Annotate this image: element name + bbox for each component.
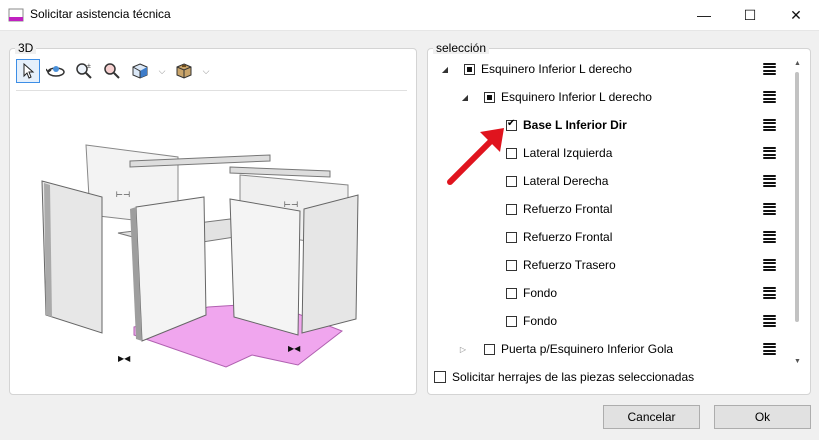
row-menu-icon[interactable] <box>763 147 776 159</box>
svg-text:⊢⊣: ⊢⊣ <box>116 190 130 199</box>
minimize-button[interactable]: — <box>681 0 727 30</box>
ok-button[interactable]: Ok <box>714 405 811 429</box>
close-button[interactable]: ✕ <box>773 0 819 30</box>
tree-item-esquinero-parent[interactable]: ◢ Esquinero Inferior L derecho <box>440 58 632 80</box>
tree-item-lateral-derecha[interactable]: Lateral Derecha <box>506 170 608 192</box>
checkbox[interactable] <box>484 343 495 355</box>
row-menu-icon[interactable] <box>763 231 776 243</box>
tree-item-label: Puerta p/Esquinero Inferior Gola <box>501 342 674 356</box>
row-menu-icon[interactable] <box>763 63 776 75</box>
viewer-toolbar: ± ⌵ ⌵ <box>16 58 212 84</box>
right-side-panel <box>301 194 359 334</box>
tree-item-label: Base L Inferior Dir <box>523 118 627 132</box>
close-icon: ✕ <box>790 6 802 23</box>
viewer-3d-label: 3D <box>15 42 37 54</box>
title-bar: Solicitar asistencia técnica — ☐ ✕ <box>0 0 819 31</box>
scroll-thumb[interactable] <box>795 72 799 322</box>
rotate-icon[interactable] <box>44 59 68 83</box>
tree-item-label: Refuerzo Frontal <box>523 230 613 244</box>
view-cube-icon[interactable] <box>128 59 152 83</box>
tree-item-puerta-gola[interactable]: ▷ Puerta p/Esquinero Inferior Gola <box>458 338 673 360</box>
expand-triangle-icon[interactable]: ▷ <box>458 345 468 354</box>
svg-text:±: ± <box>87 63 91 70</box>
zoom-fit-icon[interactable] <box>100 59 124 83</box>
scroll-up-icon[interactable]: ▲ <box>794 60 801 67</box>
row-menu-icon[interactable] <box>763 119 776 131</box>
tristate-checkbox[interactable] <box>464 63 475 75</box>
tree-item-lateral-izquierda[interactable]: Lateral Izquierda <box>506 142 612 164</box>
tree-item-label: Lateral Derecha <box>523 174 609 188</box>
hardware-request-label: Solicitar herrajes de las piezas selecci… <box>452 370 695 384</box>
tree-item-base-l[interactable]: Base L Inferior Dir <box>506 114 627 136</box>
maximize-button[interactable]: ☐ <box>727 0 773 30</box>
tree-item-fondo-2[interactable]: Fondo <box>506 310 557 332</box>
select-arrow-icon[interactable] <box>16 59 40 83</box>
maximize-icon: ☐ <box>743 6 757 23</box>
tree-item-fondo-1[interactable]: Fondo <box>506 282 557 304</box>
row-menu-icon[interactable] <box>763 91 776 103</box>
row-menu-icon[interactable] <box>763 259 776 271</box>
row-menu-icon[interactable] <box>763 203 776 215</box>
tree-item-refuerzo-frontal-1[interactable]: Refuerzo Frontal <box>506 198 612 220</box>
checkbox[interactable] <box>506 259 517 271</box>
tree-item-label: Esquinero Inferior L derecho <box>501 90 652 104</box>
box-dropdown-chevron-icon[interactable]: ⌵ <box>200 59 212 83</box>
minimize-icon: — <box>697 7 711 23</box>
view-dropdown-chevron-icon[interactable]: ⌵ <box>156 59 168 83</box>
hardware-request-option[interactable]: Solicitar herrajes de las piezas selecci… <box>434 366 694 388</box>
svg-text:▶◀: ▶◀ <box>118 354 131 363</box>
tree-item-label: Esquinero Inferior L derecho <box>481 62 632 76</box>
row-menu-icon[interactable] <box>763 287 776 299</box>
tree-scrollbar[interactable]: ▲ ▼ <box>793 60 801 368</box>
collapse-triangle-icon[interactable]: ◢ <box>440 65 450 74</box>
scroll-down-icon[interactable]: ▼ <box>794 358 801 365</box>
svg-text:▶◀: ▶◀ <box>288 344 301 353</box>
row-menu-icon[interactable] <box>763 175 776 187</box>
tree-item-label: Fondo <box>523 286 558 300</box>
row-menu-icon[interactable] <box>763 343 776 355</box>
hardware-request-checkbox[interactable] <box>434 371 446 383</box>
window-title: Solicitar asistencia técnica <box>30 7 171 21</box>
tree-item-refuerzo-frontal-2[interactable]: Refuerzo Frontal <box>506 226 612 248</box>
checkbox[interactable] <box>506 203 517 215</box>
tree-item-esquinero-child[interactable]: ◢ Esquinero Inferior L derecho <box>460 86 652 108</box>
app-icon <box>8 8 24 22</box>
zoom-plus-minus-icon[interactable]: ± <box>72 59 96 83</box>
selection-label: selección <box>433 42 490 54</box>
tristate-checkbox[interactable] <box>484 91 495 103</box>
front-left-door <box>135 196 207 342</box>
checkbox[interactable] <box>506 287 517 299</box>
tree-item-refuerzo-trasero[interactable]: Refuerzo Trasero <box>506 254 616 276</box>
box-icon[interactable] <box>172 59 196 83</box>
front-right-door <box>229 198 301 336</box>
tree-item-label: Lateral Izquierda <box>523 146 613 160</box>
tree-item-label: Refuerzo Frontal <box>523 202 613 216</box>
toolbar-divider <box>16 90 407 91</box>
checkbox[interactable] <box>506 231 517 243</box>
red-arrow-annotation <box>447 128 504 185</box>
furniture-3d-view[interactable]: ⊢⊣ ⊢⊣ ▶◀ ▶◀ <box>30 135 370 375</box>
row-menu-icon[interactable] <box>763 315 776 327</box>
checkbox[interactable] <box>506 315 517 327</box>
cancel-button[interactable]: Cancelar <box>603 405 700 429</box>
tree-item-label: Refuerzo Trasero <box>523 258 616 272</box>
svg-text:⊢⊣: ⊢⊣ <box>284 200 298 209</box>
collapse-triangle-icon[interactable]: ◢ <box>460 93 470 102</box>
tree-item-label: Fondo <box>523 314 558 328</box>
